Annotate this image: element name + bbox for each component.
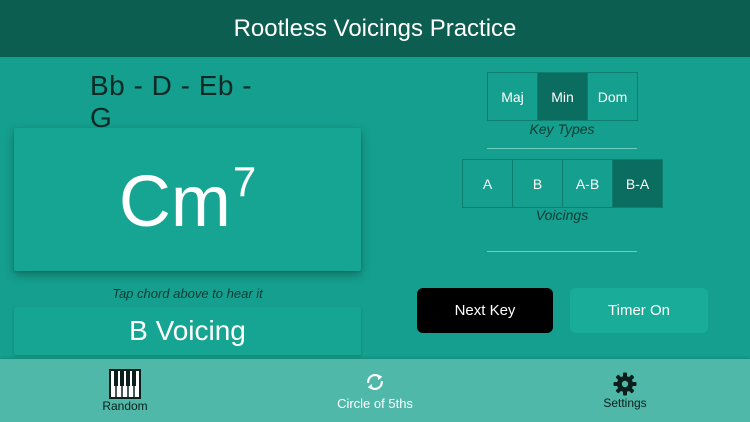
voicing-a-b[interactable]: A-B [563, 160, 613, 207]
voicing-display: B Voicing [14, 307, 361, 355]
refresh-icon [367, 373, 383, 390]
tab-circle-of-fifths[interactable]: Circle of 5ths [310, 359, 440, 422]
voicing-b-a[interactable]: B-A [613, 160, 662, 207]
tab-random-label: Random [102, 398, 148, 413]
key-types-segmented-control: Maj Min Dom [487, 72, 638, 121]
tab-random[interactable]: Random [85, 359, 165, 422]
key-types-caption: Key Types [529, 121, 595, 137]
tap-hint: Tap chord above to hear it [112, 286, 263, 301]
chord-symbol: Cm7 [119, 158, 257, 239]
chord-notes: Bb - D - Eb - G [90, 70, 253, 133]
voicing-label: B Voicing [129, 315, 246, 346]
piano-icon [109, 368, 141, 399]
tab-circle-label: Circle of 5ths [337, 395, 413, 411]
key-type-min[interactable]: Min [538, 73, 588, 120]
voicing-a[interactable]: A [463, 160, 513, 207]
key-type-dom[interactable]: Dom [588, 73, 637, 120]
chord-root: Cm [118, 162, 231, 242]
chord-extension: 7 [232, 158, 257, 205]
tab-settings[interactable]: Settings [585, 359, 665, 422]
timer-button[interactable]: Timer On [570, 288, 708, 333]
gear-icon [613, 372, 637, 395]
page-title: Rootless Voicings Practice [233, 14, 517, 42]
key-type-maj[interactable]: Maj [488, 73, 538, 120]
app-header: Rootless Voicings Practice [0, 0, 750, 57]
voicings-segmented-control: A B A-B B-A [462, 159, 663, 208]
divider [487, 148, 637, 149]
tab-settings-label: Settings [603, 395, 647, 410]
divider [487, 251, 637, 252]
voicing-b[interactable]: B [513, 160, 563, 207]
next-key-button[interactable]: Next Key [417, 288, 553, 333]
chord-card[interactable]: Cm7 [14, 128, 361, 271]
tab-bar: Random Circle of 5ths Settings [0, 359, 750, 422]
voicings-caption: Voicings [535, 207, 589, 223]
